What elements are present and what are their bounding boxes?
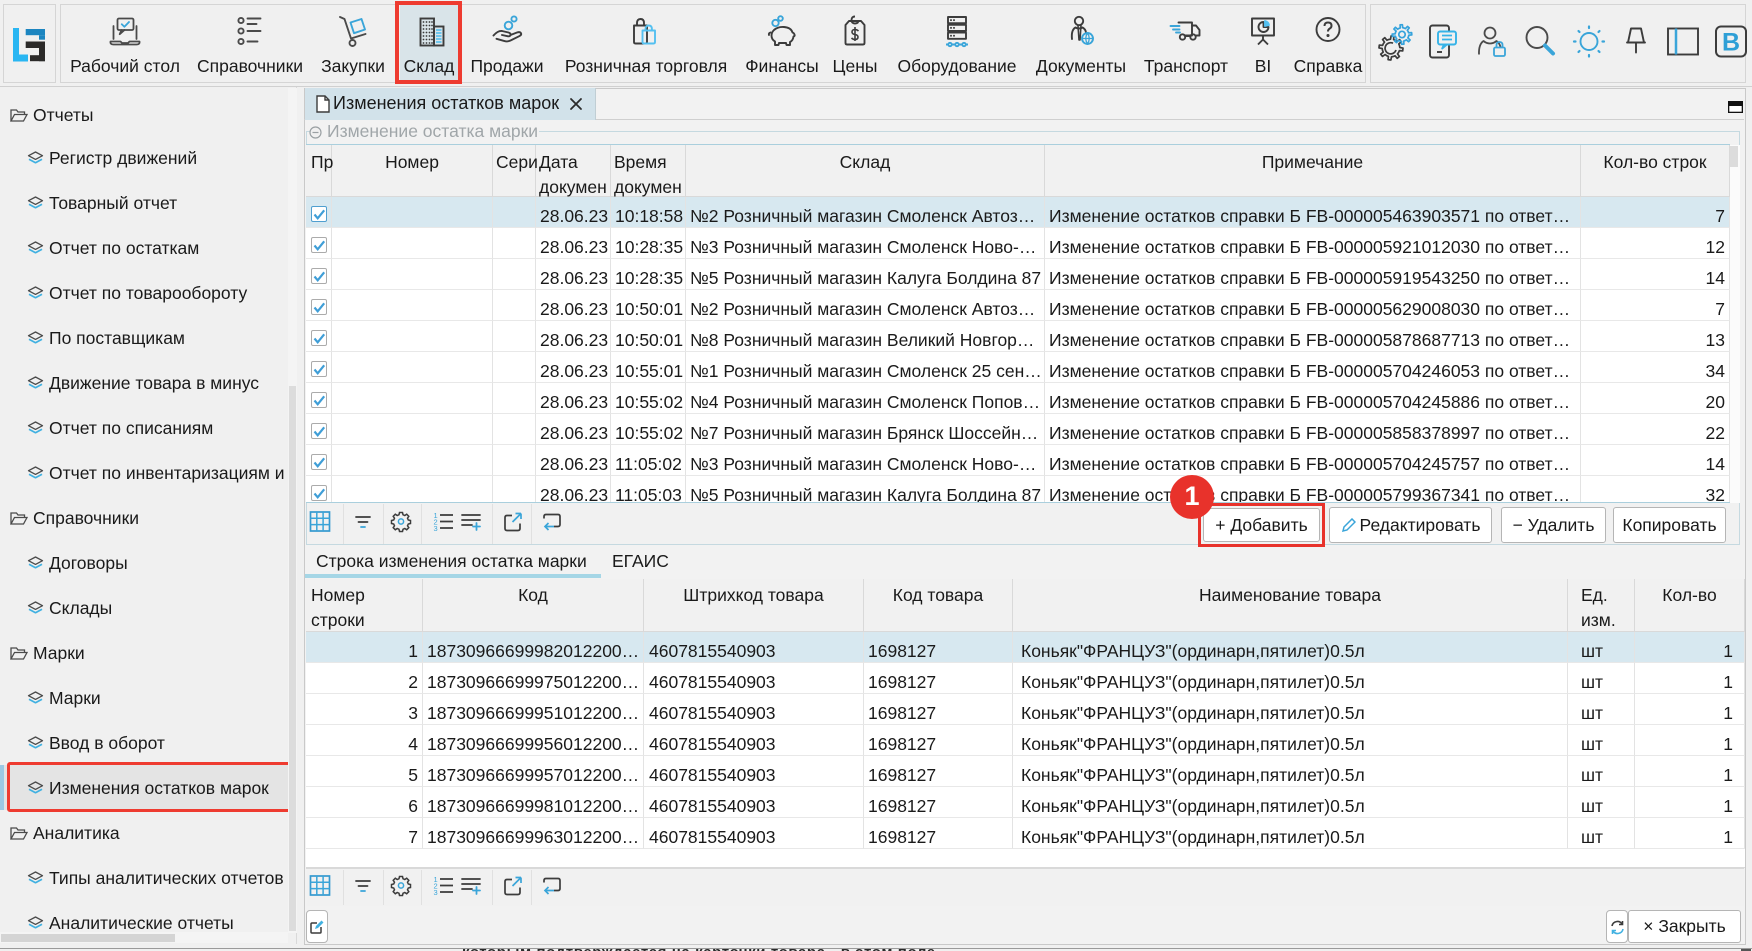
svg-text:B: B [1722, 28, 1740, 56]
svg-text:3: 3 [434, 888, 438, 896]
svg-text:3: 3 [434, 524, 438, 532]
